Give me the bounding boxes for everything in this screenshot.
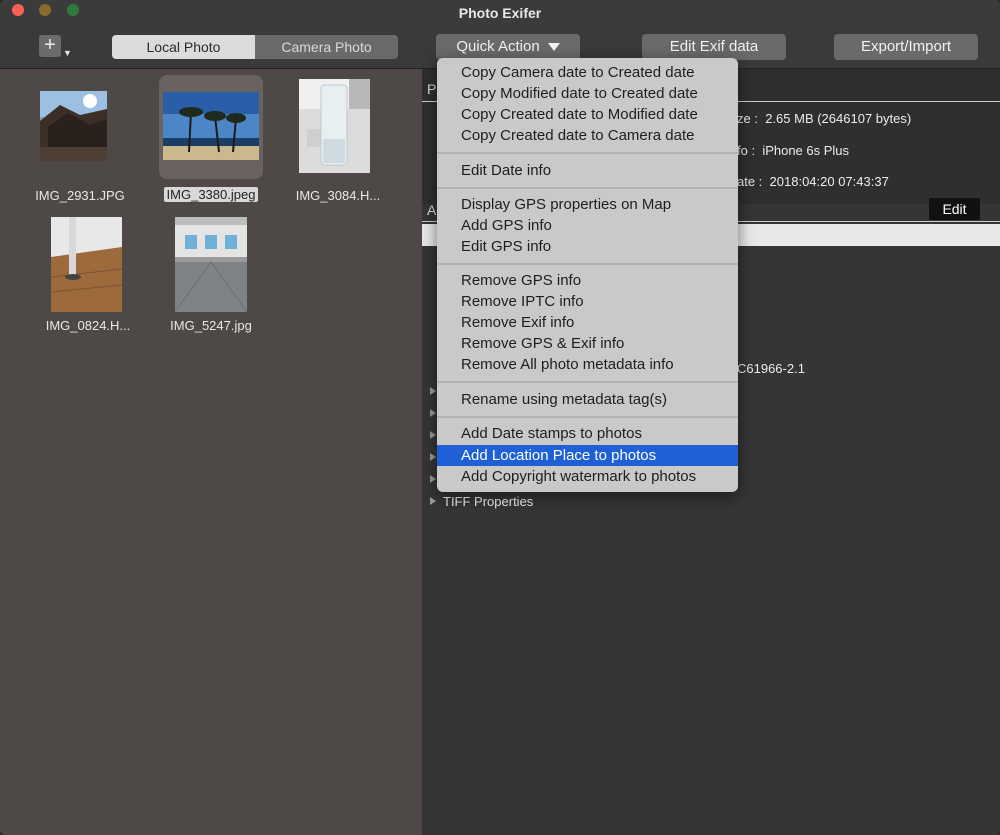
plus-icon: + — [44, 34, 56, 56]
title-bar: Photo Exifer — [0, 0, 1000, 24]
tree-item-tiff-properties[interactable]: TIFF Properties — [443, 494, 533, 509]
add-menu-caret-icon[interactable]: ▼ — [63, 48, 72, 58]
photo-image — [163, 92, 259, 160]
property-row-date: ate : 2018:04:20 07:43:37 — [737, 174, 889, 189]
tab-camera-photo[interactable]: Camera Photo — [255, 35, 398, 59]
menu-item-display-gps-map[interactable]: Display GPS properties on Map — [437, 194, 738, 215]
property-value-partial: C61966-2.1 — [737, 361, 805, 376]
tab-all-properties[interactable]: A — [427, 202, 436, 218]
menu-item-remove-all-metadata[interactable]: Remove All photo metadata info — [437, 354, 738, 375]
photo-filename: IMG_3084.H... — [295, 188, 381, 203]
minimize-window-button[interactable] — [39, 4, 51, 16]
quick-action-button[interactable]: Quick Action — [436, 34, 580, 60]
photo-image — [299, 79, 370, 173]
menu-item-edit-gps-info[interactable]: Edit GPS info — [437, 236, 738, 257]
edit-properties-button[interactable]: Edit — [929, 198, 980, 220]
menu-item-remove-gps-info[interactable]: Remove GPS info — [437, 270, 738, 291]
disclosure-triangle-icon[interactable] — [430, 409, 436, 417]
quick-action-label: Quick Action — [456, 38, 540, 55]
menu-item-copy-created-to-camera[interactable]: Copy Created date to Camera date — [437, 125, 738, 146]
tab-local-photo[interactable]: Local Photo — [112, 35, 255, 59]
disclosure-triangle-icon[interactable] — [430, 497, 436, 505]
source-segmented-control: Local Photo Camera Photo — [112, 35, 398, 59]
disclosure-triangle-icon[interactable] — [430, 387, 436, 395]
disclosure-triangle-icon[interactable] — [430, 475, 436, 483]
photo-image — [175, 217, 247, 312]
menu-item-add-gps-info[interactable]: Add GPS info — [437, 215, 738, 236]
menu-separator — [437, 381, 738, 383]
menu-item-remove-gps-exif-info[interactable]: Remove GPS & Exif info — [437, 333, 738, 354]
menu-item-add-date-stamps[interactable]: Add Date stamps to photos — [437, 423, 738, 444]
photo-thumbnail[interactable]: IMG_3084.H... — [286, 76, 390, 203]
menu-separator — [437, 187, 738, 189]
edit-exif-button[interactable]: Edit Exif data — [642, 34, 786, 60]
menu-item-copy-modified-to-created[interactable]: Copy Modified date to Created date — [437, 83, 738, 104]
tab-photo-info[interactable]: P — [427, 81, 436, 97]
menu-item-copy-camera-to-created[interactable]: Copy Camera date to Created date — [437, 62, 738, 83]
property-row-size: ze : 2.65 MB (2646107 bytes) — [737, 111, 912, 126]
menu-separator — [437, 416, 738, 418]
photo-thumbnail[interactable]: IMG_0824.H... — [36, 206, 140, 333]
app-window: Photo Exifer + ▼ Local Photo Camera Phot… — [0, 0, 1000, 835]
photo-thumbnail[interactable]: IMG_5247.jpg — [159, 206, 263, 333]
menu-separator — [437, 263, 738, 265]
quick-action-menu: Copy Camera date to Created date Copy Mo… — [437, 58, 738, 492]
photo-filename: IMG_5247.jpg — [170, 318, 252, 333]
close-window-button[interactable] — [12, 4, 24, 16]
window-title: Photo Exifer — [458, 5, 542, 21]
photo-thumbnail[interactable]: IMG_2931.JPG — [28, 76, 132, 203]
menu-item-add-copyright-watermark[interactable]: Add Copyright watermark to photos — [437, 466, 738, 487]
disclosure-triangle-icon[interactable] — [430, 453, 436, 461]
photo-image — [40, 91, 107, 161]
export-import-button[interactable]: Export/Import — [834, 34, 978, 60]
disclosure-triangle-icon[interactable] — [430, 431, 436, 439]
menu-item-edit-date-info[interactable]: Edit Date info — [437, 160, 738, 181]
photo-filename: IMG_0824.H... — [45, 318, 131, 333]
add-photo-button[interactable]: + — [39, 35, 61, 57]
menu-item-remove-exif-info[interactable]: Remove Exif info — [437, 312, 738, 333]
photo-thumbnail-selected[interactable]: IMG_3380.jpeg — [159, 75, 263, 202]
photo-filename: IMG_3380.jpeg — [149, 187, 273, 202]
menu-separator — [437, 152, 738, 154]
menu-item-remove-iptc-info[interactable]: Remove IPTC info — [437, 291, 738, 312]
photo-image — [51, 217, 122, 312]
menu-item-copy-created-to-modified[interactable]: Copy Created date to Modified date — [437, 104, 738, 125]
photo-filename: IMG_2931.JPG — [35, 188, 125, 203]
menu-item-rename-metadata[interactable]: Rename using metadata tag(s) — [437, 389, 738, 410]
chevron-down-icon — [547, 43, 560, 52]
maximize-window-button[interactable] — [67, 4, 79, 16]
property-row-camera: fo : iPhone 6s Plus — [737, 143, 850, 158]
menu-item-add-location-place[interactable]: Add Location Place to photos — [437, 445, 738, 466]
